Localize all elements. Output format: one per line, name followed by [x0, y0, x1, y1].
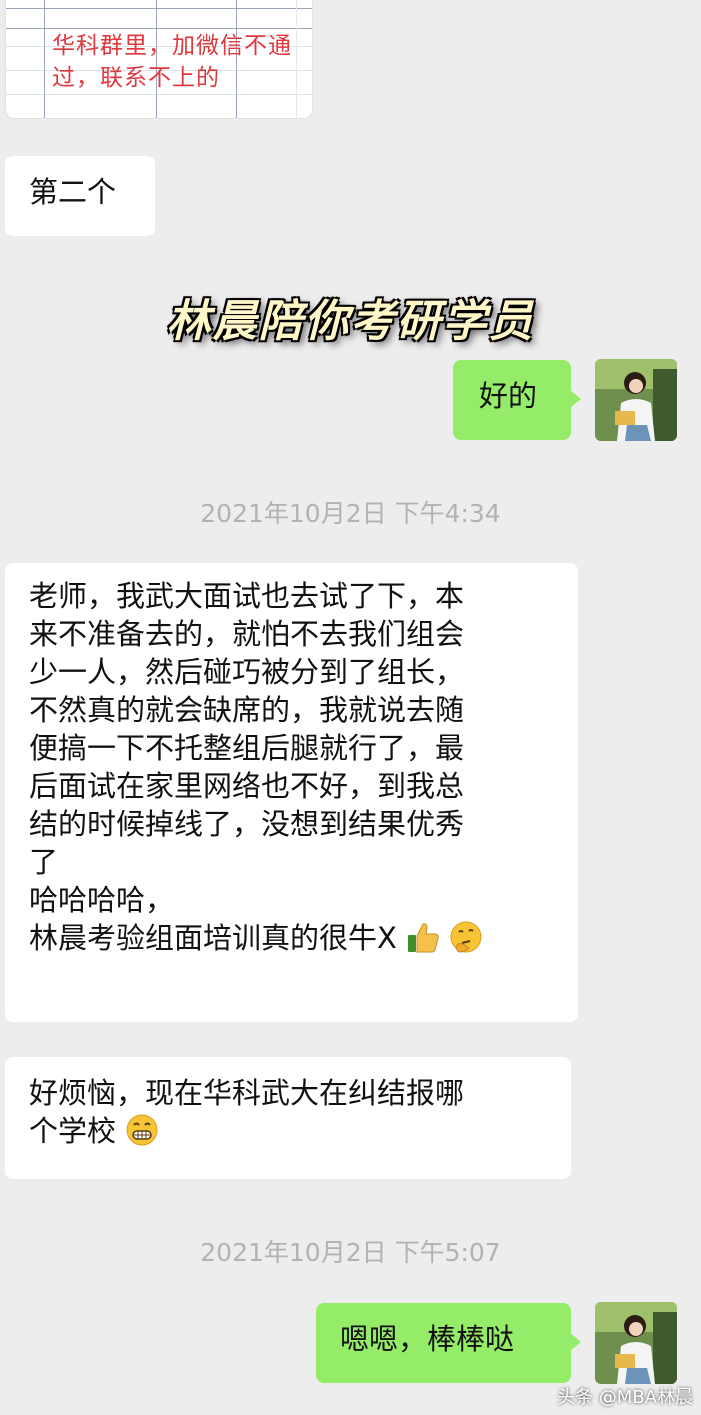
message-bubble-outgoing[interactable]: 嗯嗯，棒棒哒 — [316, 1303, 581, 1383]
watermark: 头条 @MBA林晨 — [557, 1383, 693, 1409]
message-line: 林晨考验组面培训真的很牛X — [29, 919, 554, 957]
timestamp: 2021年10月2日 下午4:34 — [200, 499, 501, 528]
avatar-photo-icon — [595, 359, 677, 441]
grid-line — [6, 8, 312, 9]
message-line: 便搞一下不托整组后腿就行了，最 — [29, 731, 465, 765]
message-line: 了 — [29, 845, 59, 879]
overlay-title: 林晨陪你考研学员 — [166, 296, 535, 347]
message-bubble-outgoing[interactable]: 好的 — [453, 360, 581, 440]
message-line: 结的时候掉线了，没想到结果优秀 — [29, 807, 465, 841]
grimacing-face-icon — [126, 1114, 158, 1146]
message-text: 好的 — [479, 379, 538, 413]
message-text: 嗯嗯，棒棒哒 — [340, 1322, 515, 1356]
message-line: 好烦恼，现在华科武大在纠结报哪 — [29, 1076, 465, 1110]
spreadsheet-image-message[interactable]: 华科群里，加微信不通过，联系不上的 — [6, 0, 312, 118]
grid-line — [6, 94, 312, 95]
grid-line — [6, 28, 312, 29]
message-line: 个学校 — [29, 1112, 547, 1150]
grid-line — [44, 0, 45, 118]
spreadsheet-text: 华科群里，加微信不通过，联系不上的 — [52, 33, 292, 91]
message-line: 后面试在家里网络也不好，到我总 — [29, 769, 465, 803]
message-line: 老师，我武大面试也去试了下，本 — [29, 579, 465, 613]
avatar[interactable] — [595, 359, 677, 441]
message-line: 少一人，然后碰巧被分到了组长， — [29, 655, 465, 689]
thinking-face-icon — [450, 921, 482, 953]
message-line: 不然真的就会缺席的，我就说去随 — [29, 693, 465, 727]
avatar[interactable] — [595, 1302, 677, 1384]
message-text: 个学校 — [29, 1114, 117, 1148]
message-line: 哈哈哈哈， — [29, 883, 175, 917]
message-bubble-incoming[interactable]: 老师，我武大面试也去试了下，本 来不准备去的，就怕不去我们组会 少一人，然后碰巧… — [5, 563, 578, 1022]
message-line: 来不准备去的，就怕不去我们组会 — [29, 617, 465, 651]
watermark-text: 头条 @MBA林晨 — [557, 1387, 693, 1408]
message-text: 林晨考验组面培训真的很牛X — [29, 921, 397, 955]
timestamp: 2021年10月2日 下午5:07 — [200, 1238, 501, 1267]
message-text: 第二个 — [29, 175, 117, 209]
thumbs-up-icon — [408, 923, 439, 953]
message-bubble-incoming[interactable]: 第二个 — [5, 156, 155, 236]
message-bubble-incoming[interactable]: 好烦恼，现在华科武大在纠结报哪 个学校 — [5, 1057, 571, 1179]
avatar-photo-icon — [595, 1302, 677, 1384]
